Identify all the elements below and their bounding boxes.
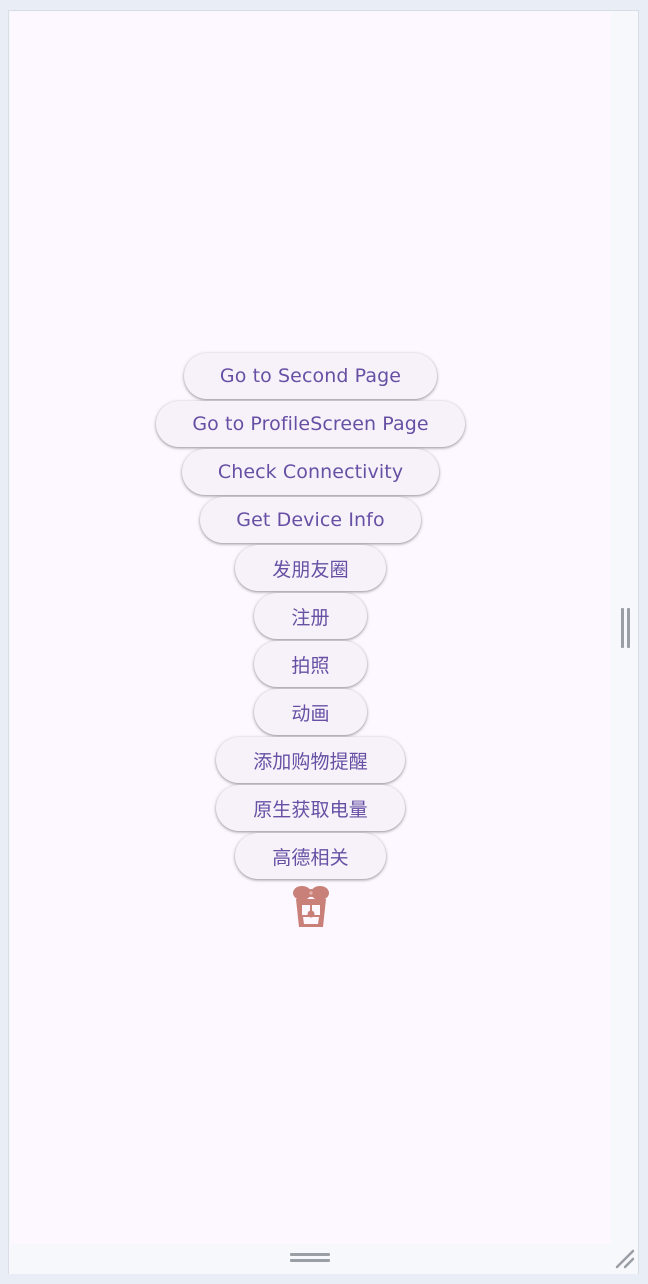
device-window: Go to Second Page Go to ProfileScreen Pa…	[8, 10, 639, 1275]
go-to-second-page-button[interactable]: Go to Second Page	[183, 353, 438, 399]
take-photo-button[interactable]: 拍照	[254, 641, 367, 687]
post-moments-button[interactable]: 发朋友圈	[235, 545, 386, 591]
register-button[interactable]: 注册	[254, 593, 367, 639]
bottom-frame	[0, 1274, 648, 1284]
button-column: Go to Second Page Go to ProfileScreen Pa…	[10, 353, 611, 929]
amap-related-button[interactable]: 高德相关	[235, 833, 386, 879]
gift-icon[interactable]	[289, 883, 333, 929]
native-battery-level-button[interactable]: 原生获取电量	[216, 785, 405, 831]
resize-grip-icon[interactable]	[613, 1247, 635, 1269]
animation-button[interactable]: 动画	[254, 689, 367, 735]
app-surface: Go to Second Page Go to ProfileScreen Pa…	[10, 12, 611, 1244]
add-shopping-reminder-button[interactable]: 添加购物提醒	[216, 737, 405, 783]
check-connectivity-button[interactable]: Check Connectivity	[181, 449, 440, 495]
get-device-info-button[interactable]: Get Device Info	[200, 497, 421, 543]
horizontal-resize-handle-icon[interactable]	[290, 1253, 330, 1263]
go-to-profile-screen-page-button[interactable]: Go to ProfileScreen Page	[156, 401, 465, 447]
vertical-resize-handle-icon[interactable]	[621, 608, 631, 648]
